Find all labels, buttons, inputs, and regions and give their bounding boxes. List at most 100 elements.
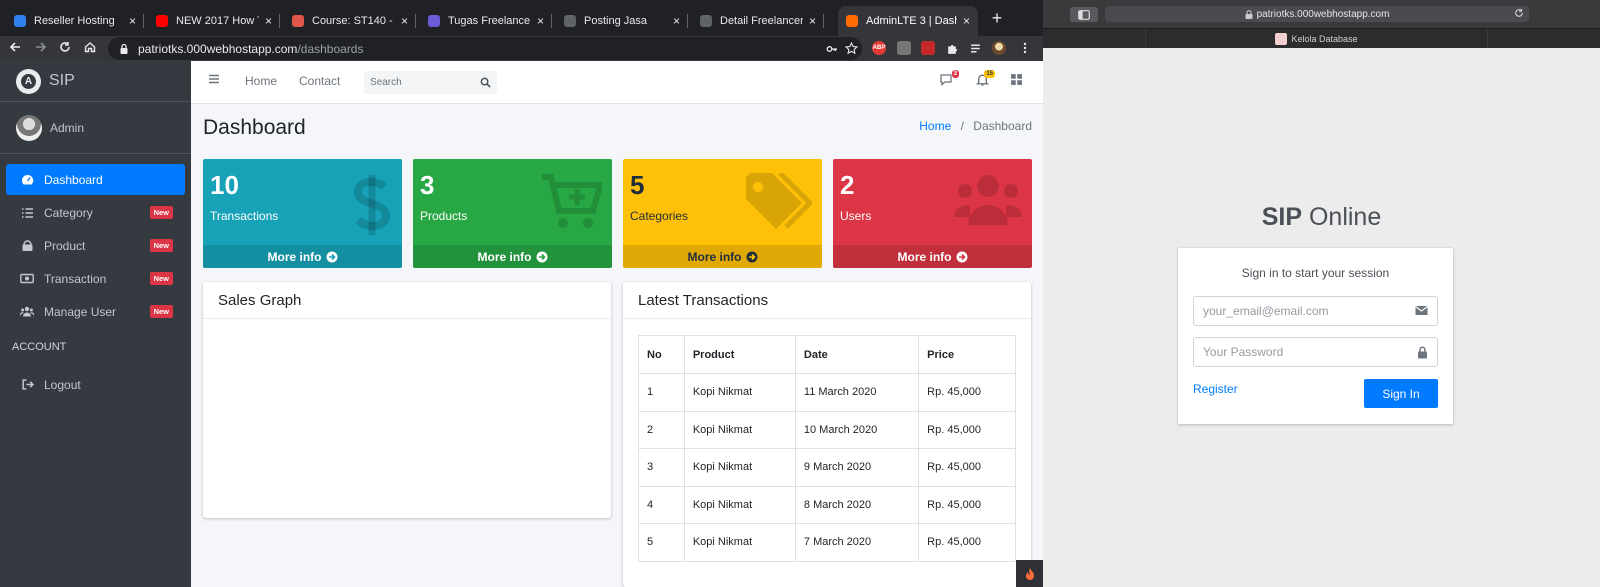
- reload-button[interactable]: [56, 40, 74, 56]
- browser-tab-title: AdminLTE 3 | Dashbo: [866, 15, 957, 27]
- close-tab-icon[interactable]: ×: [809, 14, 816, 28]
- sidebar-menu: Dashboard Category New Product New Transactio…: [0, 154, 191, 327]
- email-field[interactable]: your_email@email.com: [1193, 296, 1438, 326]
- lock-icon: [120, 43, 128, 54]
- notifications-button[interactable]: 15: [975, 70, 995, 89]
- browser-tab[interactable]: Reseller Hosting ×: [6, 6, 144, 36]
- tugas-favicon-icon: [428, 15, 440, 27]
- messages-button[interactable]: 3: [939, 70, 959, 89]
- browser-tab[interactable]: Course: ST140 - E-B ×: [284, 6, 416, 36]
- sidebar-item-dashboard[interactable]: Dashboard: [6, 164, 185, 195]
- more-info-link[interactable]: More info: [413, 245, 612, 268]
- avatar: [16, 114, 42, 141]
- close-tab-icon[interactable]: ×: [401, 14, 408, 28]
- puzzle-extensions-icon[interactable]: [945, 41, 959, 55]
- comments-icon: [940, 74, 952, 86]
- forward-button[interactable]: [32, 40, 50, 56]
- login-message: Sign in to start your session: [1241, 266, 1390, 280]
- password-field[interactable]: Your Password: [1193, 337, 1438, 367]
- sidebar-toggle-button[interactable]: [1070, 7, 1098, 22]
- profile-avatar[interactable]: [992, 41, 1006, 55]
- table-cell: 2: [638, 410, 685, 449]
- hamburger-menu-icon[interactable]: [208, 73, 220, 88]
- notifications-badge: 15: [984, 70, 995, 78]
- main-sidebar: A SIP Admin Dashboard Category New Product N…: [0, 61, 191, 587]
- close-tab-icon[interactable]: ×: [537, 14, 544, 28]
- table-cell: 8 March 2020: [794, 485, 920, 524]
- close-tab-icon[interactable]: ×: [265, 14, 272, 28]
- transactions-table: No Product Date Price 1 Kopi Nikmat 11 March …: [638, 335, 1016, 562]
- sidebar-item-label: Transaction: [44, 271, 107, 286]
- shop-icon: [20, 239, 34, 253]
- extension-red-icon[interactable]: [921, 41, 935, 55]
- card-title: Latest Transactions: [623, 282, 1031, 319]
- adminlte-favicon-icon: [846, 15, 858, 27]
- address-bar[interactable]: patriotks.000webhostapp.com/dashboards: [108, 37, 862, 60]
- more-info-link[interactable]: More info: [833, 245, 1032, 268]
- list-icon: [20, 206, 34, 220]
- nav-contact-link[interactable]: Contact: [299, 74, 340, 88]
- email-placeholder: your_email@email.com: [1203, 304, 1329, 318]
- flame-icon[interactable]: [1016, 560, 1043, 587]
- table-row: 2 Kopi Nikmat 10 March 2020 Rp. 45,000: [638, 410, 1016, 449]
- table-cell: 9 March 2020: [794, 448, 920, 487]
- browser-tab[interactable]: AdminLTE 3 | Dashbo ×: [838, 6, 978, 36]
- reload-icon[interactable]: [1514, 8, 1524, 18]
- table-row: 4 Kopi Nikmat 8 March 2020 Rp. 45,000: [638, 485, 1016, 524]
- sign-in-button[interactable]: Sign In: [1364, 379, 1438, 408]
- safari-tab[interactable]: Kelola Database: [1145, 29, 1488, 48]
- close-tab-icon[interactable]: ×: [673, 14, 680, 28]
- new-badge: New: [149, 239, 173, 252]
- tags-icon: [744, 171, 814, 236]
- table-cell: Rp. 45,000: [918, 373, 1016, 412]
- sidebar-item-label: Logout: [44, 377, 81, 392]
- table-cell: Kopi Nikmat: [683, 448, 796, 487]
- tab-strip: Reseller Hosting×NEW 2017 How To In×Cour…: [0, 0, 1043, 36]
- search-input[interactable]: Search: [364, 71, 497, 94]
- messages-badge: 3: [951, 70, 959, 78]
- back-button[interactable]: [6, 40, 24, 56]
- nav-home-link[interactable]: Home: [245, 74, 277, 88]
- more-info-link[interactable]: More info: [623, 245, 822, 268]
- safari-address-bar[interactable]: patriotks.000webhostapp.com: [1105, 6, 1529, 22]
- breadcrumb: Home / Dashboard: [919, 119, 1032, 133]
- reading-list-icon[interactable]: [969, 41, 983, 55]
- account-header: ACCOUNT: [12, 341, 67, 353]
- new-tab-button[interactable]: +: [986, 8, 1008, 29]
- lb-favicon-icon: [14, 15, 26, 27]
- star-icon[interactable]: [845, 42, 858, 55]
- browser-tab[interactable]: NEW 2017 How To In ×: [148, 6, 280, 36]
- table-row: 3 Kopi Nikmat 9 March 2020 Rp. 45,000: [638, 448, 1016, 487]
- table-header-cell: Date: [794, 335, 920, 374]
- sidebar-item-logout[interactable]: Logout: [6, 369, 185, 400]
- sidebar-item-category[interactable]: Category New: [6, 197, 185, 228]
- youtube-favicon-icon: [156, 15, 168, 27]
- more-info-link[interactable]: More info: [203, 245, 402, 268]
- sidebar-item-product[interactable]: Product New: [6, 230, 185, 261]
- search-icon[interactable]: [480, 77, 491, 88]
- sidebar-item-label: Product: [44, 238, 86, 253]
- breadcrumb-home-link[interactable]: Home: [919, 119, 951, 133]
- small-box-value: 3: [420, 170, 435, 200]
- key-icon[interactable]: [826, 43, 838, 55]
- arrow-circle-right-icon: [536, 251, 547, 262]
- browser-tab[interactable]: Detail Freelancer ×: [692, 6, 824, 36]
- chrome-menu-icon[interactable]: [1018, 41, 1032, 55]
- browser-tab[interactable]: Posting Jasa ×: [556, 6, 688, 36]
- extension-gray-icon[interactable]: [897, 41, 911, 55]
- more-info-label: More info: [477, 249, 532, 264]
- login-title-bold: SIP: [1261, 203, 1303, 231]
- sidebar-item-manage-user[interactable]: Manage User New: [6, 296, 185, 327]
- close-tab-icon[interactable]: ×: [129, 14, 136, 28]
- browser-tab[interactable]: Tugas Freelance e-bi ×: [420, 6, 552, 36]
- sidebar-item-transaction[interactable]: Transaction New: [6, 263, 185, 294]
- breadcrumb-current: Dashboard: [973, 119, 1032, 133]
- home-button[interactable]: [81, 40, 99, 56]
- brand-link[interactable]: A SIP: [0, 61, 191, 102]
- close-tab-icon[interactable]: ×: [963, 14, 970, 28]
- apps-grid-icon[interactable]: [1010, 73, 1023, 89]
- adblock-plus-icon[interactable]: ABP: [872, 41, 886, 55]
- user-name[interactable]: Admin: [50, 121, 84, 135]
- tab-divider: [551, 14, 552, 28]
- register-link[interactable]: Register: [1193, 382, 1238, 396]
